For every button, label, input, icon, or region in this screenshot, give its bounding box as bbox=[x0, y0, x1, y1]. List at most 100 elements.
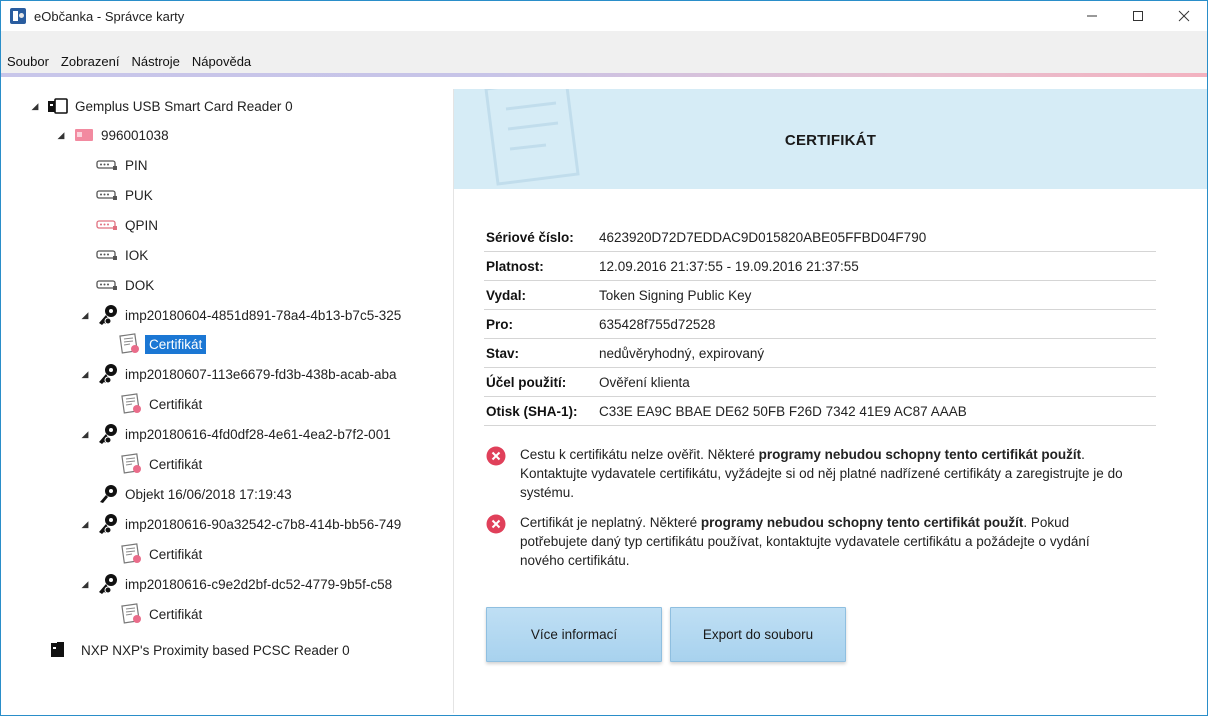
tree-label: Gemplus USB Smart Card Reader 0 bbox=[75, 98, 293, 114]
tree-label: imp20180616-c9e2d2bf-dc52-4779-9b5f-c58 bbox=[125, 576, 393, 592]
tree-item-key[interactable]: ◢ imp20180616-90a32542-c7b8-414b-bb56-74… bbox=[80, 511, 403, 537]
tree-label: Certifikát bbox=[149, 456, 203, 472]
tree-item-card[interactable]: ◢ 996001038 bbox=[56, 122, 171, 148]
close-button[interactable] bbox=[1161, 1, 1207, 31]
certificate-panel: CERTIFIKÁT Sériové číslo: 4623920D72D7ED… bbox=[454, 89, 1207, 713]
tree-label: NXP NXP's Proximity based PCSC Reader 0 bbox=[81, 642, 350, 658]
error-icon bbox=[486, 514, 506, 534]
maximize-button[interactable] bbox=[1115, 1, 1161, 31]
certificate-icon bbox=[120, 603, 144, 625]
card-reader-icon bbox=[46, 639, 70, 661]
expand-arrow-icon[interactable]: ◢ bbox=[56, 130, 66, 141]
maximize-icon bbox=[1133, 11, 1143, 21]
key-icon bbox=[96, 304, 120, 326]
property-value: Ověření klienta bbox=[599, 374, 690, 390]
certificate-icon bbox=[118, 333, 142, 355]
warning-message: Cestu k certifikátu nelze ověřit. Někter… bbox=[486, 445, 1136, 502]
property-value: Token Signing Public Key bbox=[599, 287, 752, 303]
app-icon bbox=[10, 8, 26, 24]
tree-item-key[interactable]: ◢ imp20180604-4851d891-78a4-4b13-b7c5-32… bbox=[80, 302, 403, 328]
property-key: Účel použití: bbox=[486, 374, 567, 390]
expand-arrow-icon[interactable]: ◢ bbox=[80, 519, 90, 530]
close-icon bbox=[1178, 10, 1190, 22]
tree-item-puk[interactable]: PUK bbox=[96, 182, 155, 208]
tree-item-object[interactable]: Objekt 16/06/2018 17:19:43 bbox=[96, 481, 294, 507]
property-row: Otisk (SHA-1): C33E EA9C BBAE DE62 50FB … bbox=[484, 397, 1156, 426]
menu-nastroje[interactable]: Nástroje bbox=[131, 54, 179, 69]
property-value: 12.09.2016 21:37:55 - 19.09.2016 21:37:5… bbox=[599, 258, 859, 274]
certificate-properties: Sériové číslo: 4623920D72D7EDDAC9D015820… bbox=[484, 223, 1156, 426]
menu-napoveda[interactable]: Nápověda bbox=[192, 54, 251, 69]
menu-bar: Soubor Zobrazení Nástroje Nápověda bbox=[1, 31, 1207, 77]
tree-item-certificate[interactable]: Certifikát bbox=[120, 601, 204, 627]
menu-zobrazeni[interactable]: Zobrazení bbox=[61, 54, 120, 69]
tree-item-iok[interactable]: IOK bbox=[96, 242, 150, 268]
key-icon bbox=[96, 573, 120, 595]
tree-label: imp20180604-4851d891-78a4-4b13-b7c5-325 bbox=[125, 307, 402, 323]
tree-item-qpin[interactable]: QPIN bbox=[96, 212, 160, 238]
banner: CERTIFIKÁT bbox=[454, 89, 1207, 189]
key-icon bbox=[96, 483, 120, 505]
expand-arrow-icon[interactable]: ◢ bbox=[80, 579, 90, 590]
tree-item-reader[interactable]: NXP NXP's Proximity based PCSC Reader 0 bbox=[46, 637, 352, 663]
tree-label: Objekt 16/06/2018 17:19:43 bbox=[125, 486, 292, 502]
property-key: Pro: bbox=[486, 316, 513, 332]
tree-item-certificate[interactable]: Certifikát bbox=[120, 451, 204, 477]
tree-label: DOK bbox=[125, 277, 155, 293]
tree-item-key[interactable]: ◢ imp20180616-4fd0df28-4e61-4ea2-b7f2-00… bbox=[80, 421, 393, 447]
warning-text-bold: programy nebudou schopny tento certifiká… bbox=[700, 515, 1024, 530]
property-key: Vydal: bbox=[486, 287, 527, 303]
tree-label: imp20180616-90a32542-c7b8-414b-bb56-749 bbox=[125, 516, 402, 532]
warnings: Cestu k certifikátu nelze ověřit. Někter… bbox=[486, 445, 1136, 581]
expand-arrow-icon[interactable]: ◢ bbox=[80, 429, 90, 440]
tree-label: IOK bbox=[125, 247, 149, 263]
tree-label: Certifikát bbox=[149, 546, 203, 562]
property-key: Otisk (SHA-1): bbox=[486, 403, 578, 419]
property-row: Vydal: Token Signing Public Key bbox=[484, 281, 1156, 310]
warning-text-part: Cestu k certifikátu nelze ověřit. Někter… bbox=[520, 447, 759, 462]
property-key: Sériové číslo: bbox=[486, 229, 574, 245]
property-row: Účel použití: Ověření klienta bbox=[484, 368, 1156, 397]
property-value: C33E EA9C BBAE DE62 50FB F26D 7342 41E9 … bbox=[599, 403, 967, 419]
tree-label: PUK bbox=[125, 187, 153, 203]
decorative-strip bbox=[1, 73, 1207, 77]
key-icon bbox=[96, 423, 120, 445]
expand-arrow-icon[interactable]: ◢ bbox=[30, 101, 40, 112]
dok-icon bbox=[96, 274, 120, 296]
minimize-button[interactable] bbox=[1069, 1, 1115, 31]
more-info-button[interactable]: Více informací bbox=[486, 607, 662, 662]
window-title: eObčanka - Správce karty bbox=[34, 8, 185, 24]
card-tree: ◢ Gemplus USB Smart Card Reader 0 ◢ 9960… bbox=[10, 89, 454, 713]
expand-arrow-icon[interactable]: ◢ bbox=[80, 310, 90, 321]
key-icon bbox=[96, 363, 120, 385]
title-bar: eObčanka - Správce karty bbox=[1, 1, 1207, 31]
qpin-icon bbox=[96, 214, 120, 236]
warning-text: Cestu k certifikátu nelze ověřit. Někter… bbox=[520, 445, 1136, 502]
property-value: 4623920D72D7EDDAC9D015820ABE05FFBD04F790 bbox=[599, 229, 927, 245]
export-to-file-button[interactable]: Export do souboru bbox=[670, 607, 846, 662]
tree-item-key[interactable]: ◢ imp20180616-c9e2d2bf-dc52-4779-9b5f-c5… bbox=[80, 571, 394, 597]
property-key: Stav: bbox=[486, 345, 520, 361]
id-card-icon bbox=[72, 124, 96, 146]
tree-item-certificate[interactable]: Certifikát bbox=[120, 391, 204, 417]
window-controls bbox=[1069, 1, 1207, 31]
pin-icon bbox=[96, 154, 120, 176]
property-row: Platnost: 12.09.2016 21:37:55 - 19.09.20… bbox=[484, 252, 1156, 281]
tree-label: Certifikát bbox=[149, 396, 203, 412]
tree-item-certificate[interactable]: Certifikát bbox=[118, 331, 207, 357]
minimize-icon bbox=[1087, 15, 1097, 17]
expand-arrow-icon[interactable]: ◢ bbox=[80, 369, 90, 380]
tree-item-dok[interactable]: DOK bbox=[96, 272, 156, 298]
certificate-icon bbox=[120, 543, 144, 565]
menu-soubor[interactable]: Soubor bbox=[7, 54, 49, 69]
tree-item-key[interactable]: ◢ imp20180607-113e6679-fd3b-438b-acab-ab… bbox=[80, 361, 398, 387]
tree-item-certificate[interactable]: Certifikát bbox=[120, 541, 204, 567]
puk-icon bbox=[96, 184, 120, 206]
tree-label: imp20180607-113e6679-fd3b-438b-acab-aba bbox=[125, 366, 397, 382]
tree-item-reader[interactable]: ◢ Gemplus USB Smart Card Reader 0 bbox=[30, 93, 295, 119]
tree-label: 996001038 bbox=[101, 127, 169, 143]
tree-item-pin[interactable]: PIN bbox=[96, 152, 150, 178]
certificate-icon bbox=[120, 393, 144, 415]
property-key: Platnost: bbox=[486, 258, 544, 274]
warning-text-bold: programy nebudou schopny tento certifiká… bbox=[758, 447, 1082, 462]
